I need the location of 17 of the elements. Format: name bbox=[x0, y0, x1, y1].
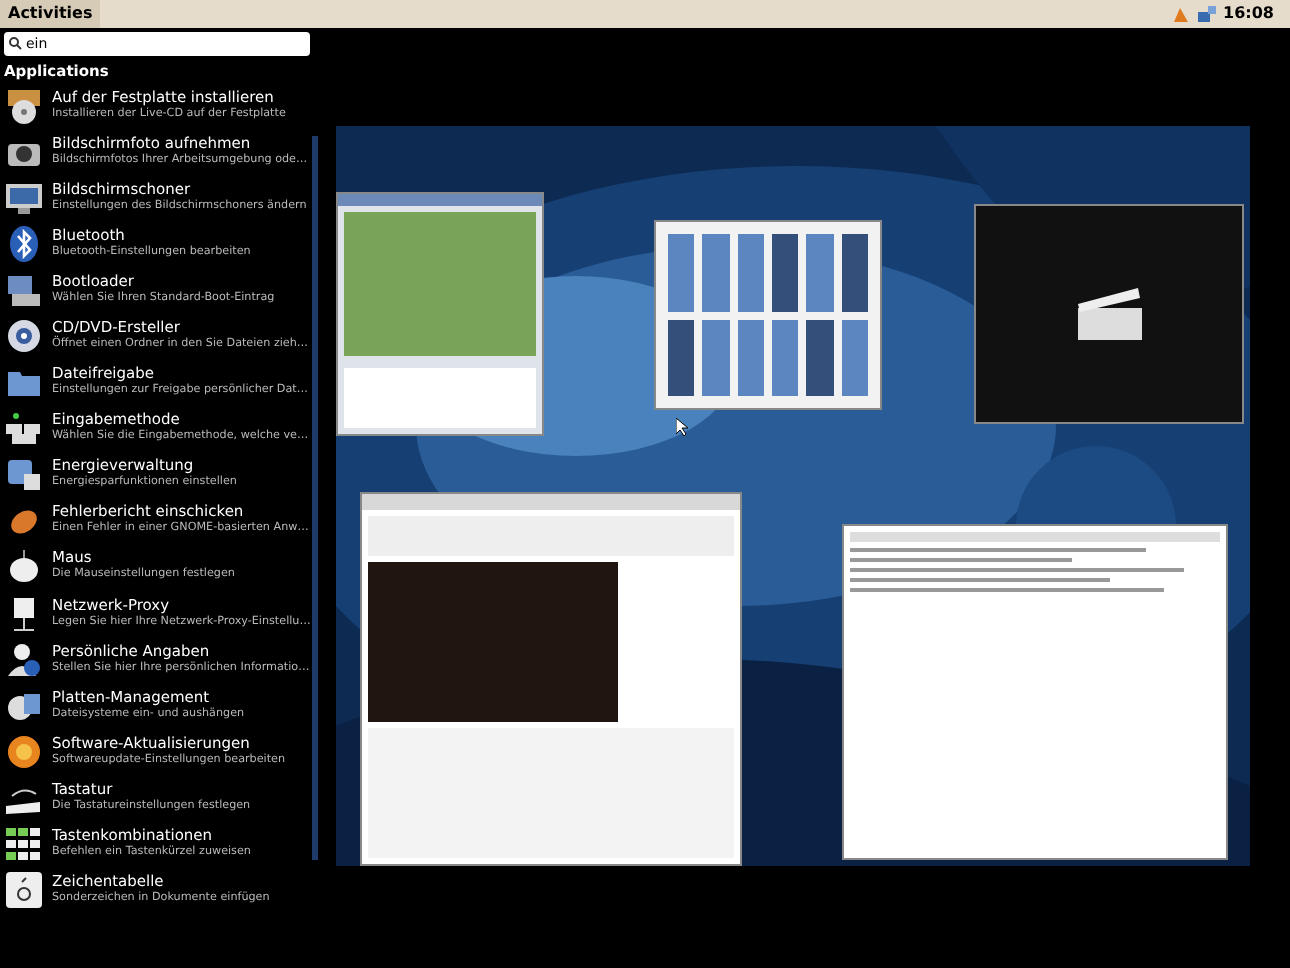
scrollbar[interactable] bbox=[312, 136, 318, 860]
window-thumbnail[interactable] bbox=[360, 492, 742, 866]
key-grid-icon bbox=[4, 824, 44, 865]
disc-icon bbox=[4, 85, 44, 126]
window-thumbnail[interactable] bbox=[336, 192, 544, 436]
clock[interactable]: 16:08 bbox=[1223, 2, 1274, 26]
search-icon bbox=[8, 36, 22, 50]
sun-icon bbox=[4, 731, 44, 772]
character-map-icon bbox=[4, 870, 44, 911]
mouse-cursor-icon bbox=[676, 418, 688, 436]
activities-button[interactable]: Activities bbox=[0, 0, 101, 28]
window-thumbnail[interactable] bbox=[654, 220, 882, 410]
person-icon bbox=[4, 639, 44, 680]
bluetooth-icon bbox=[4, 223, 44, 264]
disc-icon bbox=[4, 316, 44, 357]
window-thumbnail[interactable] bbox=[842, 524, 1228, 860]
window-thumbnail[interactable] bbox=[974, 204, 1244, 424]
